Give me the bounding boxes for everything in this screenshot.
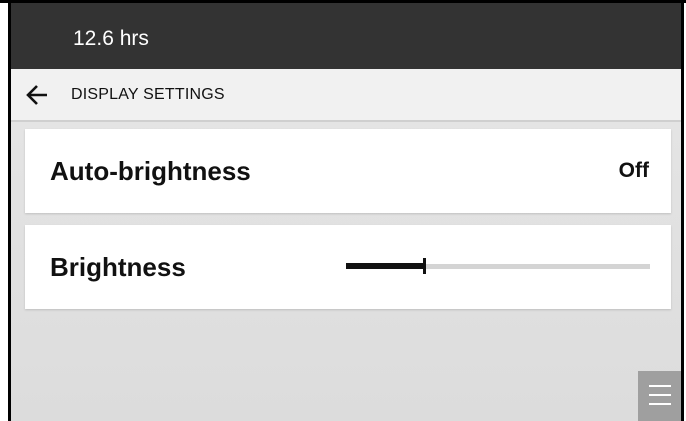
menu-line bbox=[649, 403, 671, 405]
nav-bar: DISPLAY SETTINGS bbox=[11, 69, 681, 122]
device-screen: 12.6 hrs DISPLAY SETTINGS Auto-brightnes… bbox=[0, 0, 686, 421]
menu-line bbox=[649, 385, 671, 387]
brightness-slider-thumb[interactable] bbox=[423, 258, 426, 274]
auto-brightness-row[interactable]: Auto-brightness Off bbox=[25, 129, 671, 213]
menu-line bbox=[649, 394, 671, 396]
auto-brightness-label: Auto-brightness bbox=[50, 156, 251, 186]
settings-list: Auto-brightness Off Brightness bbox=[11, 122, 681, 421]
frame-right-border bbox=[681, 0, 684, 421]
hamburger-menu-icon[interactable] bbox=[638, 371, 681, 421]
hours-readout: 12.6 hrs bbox=[73, 27, 149, 50]
page-title: DISPLAY SETTINGS bbox=[71, 86, 225, 103]
brightness-slider[interactable] bbox=[346, 255, 650, 277]
status-bar: 12.6 hrs bbox=[11, 3, 681, 69]
brightness-row: Brightness bbox=[25, 225, 671, 309]
brightness-label: Brightness bbox=[50, 252, 186, 282]
auto-brightness-value: Off bbox=[618, 159, 649, 182]
arrow-left-icon[interactable] bbox=[25, 84, 49, 106]
brightness-slider-fill bbox=[346, 263, 425, 269]
